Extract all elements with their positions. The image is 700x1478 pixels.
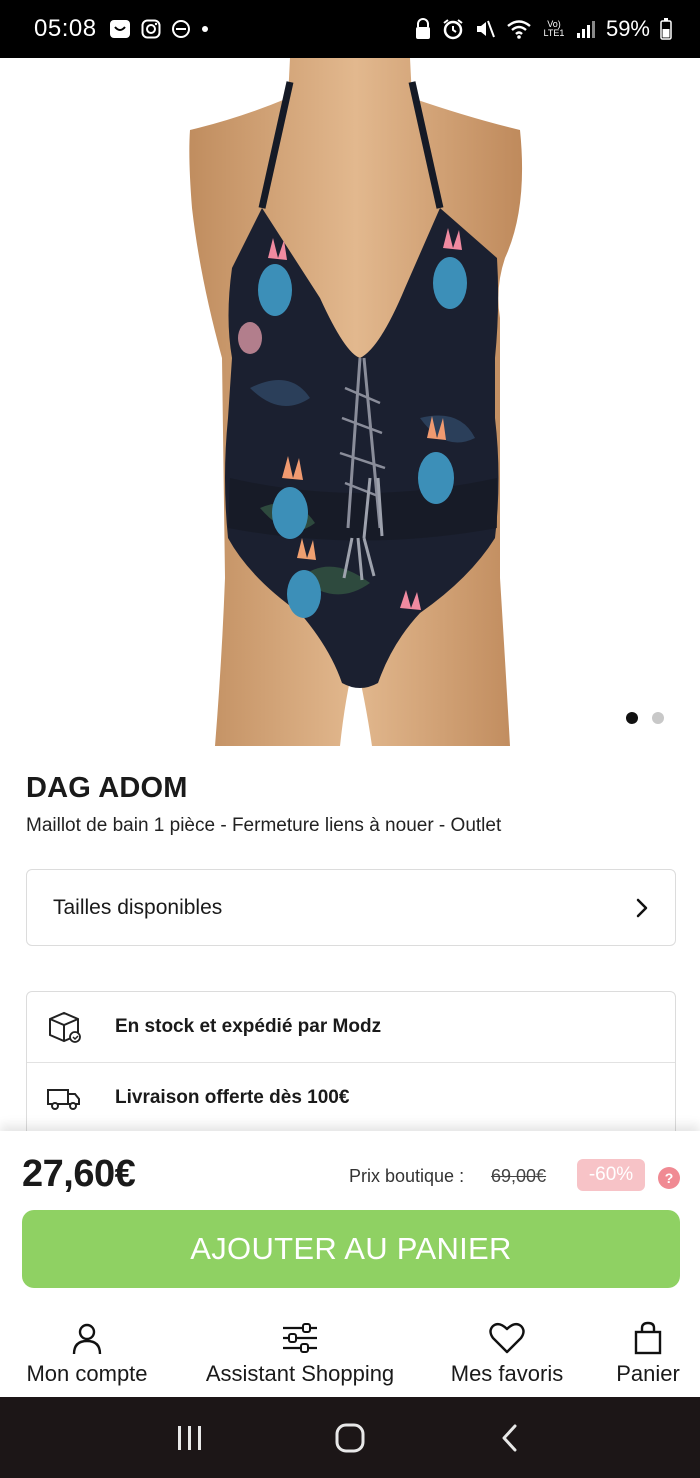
- shipping-info-card: En stock et expédié par Modz Livraison o…: [26, 991, 676, 1141]
- dot-icon: [201, 25, 209, 33]
- swimsuit-product-image: [189, 58, 523, 746]
- battery-icon: [660, 18, 672, 40]
- status-right: Vo) LTE1 59%: [414, 16, 672, 42]
- current-price: 27,60€: [22, 1153, 136, 1195]
- nav-favorites[interactable]: Mes favoris: [448, 1306, 566, 1397]
- nav-cart-label: Panier: [616, 1361, 680, 1386]
- nav-cart[interactable]: Panier: [612, 1306, 684, 1397]
- available-sizes-label: Tailles disponibles: [53, 895, 223, 919]
- product-image-carousel[interactable]: [0, 58, 700, 746]
- message-icon: [109, 19, 131, 39]
- carousel-dots[interactable]: [626, 712, 664, 724]
- system-navigation-bar: [0, 1397, 700, 1478]
- purchase-panel: 27,60€ Prix boutique : 69,00€ -60% ? AJO…: [0, 1131, 700, 1306]
- signal-icon: [576, 19, 596, 39]
- status-left-icons: [109, 19, 209, 39]
- home-icon[interactable]: [320, 1408, 380, 1468]
- carousel-dot-active[interactable]: [626, 712, 638, 724]
- bottom-nav: Mon compte Assistant Shopping Mes favori…: [0, 1306, 700, 1397]
- status-time: 05:08: [34, 15, 97, 42]
- back-icon[interactable]: [480, 1408, 540, 1468]
- carousel-dot[interactable]: [652, 712, 664, 724]
- instagram-icon: [141, 19, 161, 39]
- info-stock-text: En stock et expédié par Modz: [115, 1016, 382, 1037]
- bag-icon: [633, 1320, 663, 1356]
- nav-account-label: Mon compte: [26, 1361, 148, 1386]
- truck-icon: [45, 1079, 83, 1117]
- heart-icon: [489, 1320, 525, 1356]
- user-icon: [70, 1320, 104, 1356]
- package-icon: [45, 1008, 83, 1046]
- reference-price-label: Prix boutique :: [349, 1166, 465, 1186]
- wifi-icon: [506, 18, 532, 40]
- help-icon[interactable]: ?: [658, 1167, 680, 1189]
- status-bar: 05:08 Vo) LTE1 59%: [0, 0, 700, 58]
- product-subtitle: Maillot de bain 1 pièce - Fermeture lien…: [26, 815, 502, 836]
- battery-percent: 59%: [605, 16, 650, 41]
- discount-badge: -60%: [577, 1159, 645, 1191]
- available-sizes-button[interactable]: Tailles disponibles: [26, 869, 676, 946]
- product-brand: DAG ADOM: [26, 772, 188, 804]
- nav-shopping-assistant[interactable]: Assistant Shopping: [200, 1306, 400, 1397]
- volte-icon: Vo) LTE1: [543, 19, 565, 38]
- add-to-cart-button[interactable]: AJOUTER AU PANIER: [22, 1210, 680, 1288]
- reference-price: 69,00€: [491, 1166, 547, 1186]
- info-row-delivery: Livraison offerte dès 100€: [27, 1062, 675, 1132]
- nav-shopping-assistant-label: Assistant Shopping: [205, 1361, 395, 1386]
- chevron-right-icon: [635, 898, 649, 918]
- nav-account[interactable]: Mon compte: [22, 1306, 152, 1397]
- nav-favorites-label: Mes favoris: [450, 1361, 564, 1386]
- recent-apps-icon[interactable]: [160, 1408, 220, 1468]
- info-row-stock: En stock et expédié par Modz: [27, 992, 675, 1062]
- dnd-icon: [171, 19, 191, 39]
- sliders-icon: [281, 1320, 319, 1356]
- mute-icon: [474, 18, 496, 40]
- alarm-icon: [442, 18, 464, 40]
- lock-icon: [414, 18, 432, 40]
- info-delivery-text: Livraison offerte dès 100€: [115, 1086, 350, 1108]
